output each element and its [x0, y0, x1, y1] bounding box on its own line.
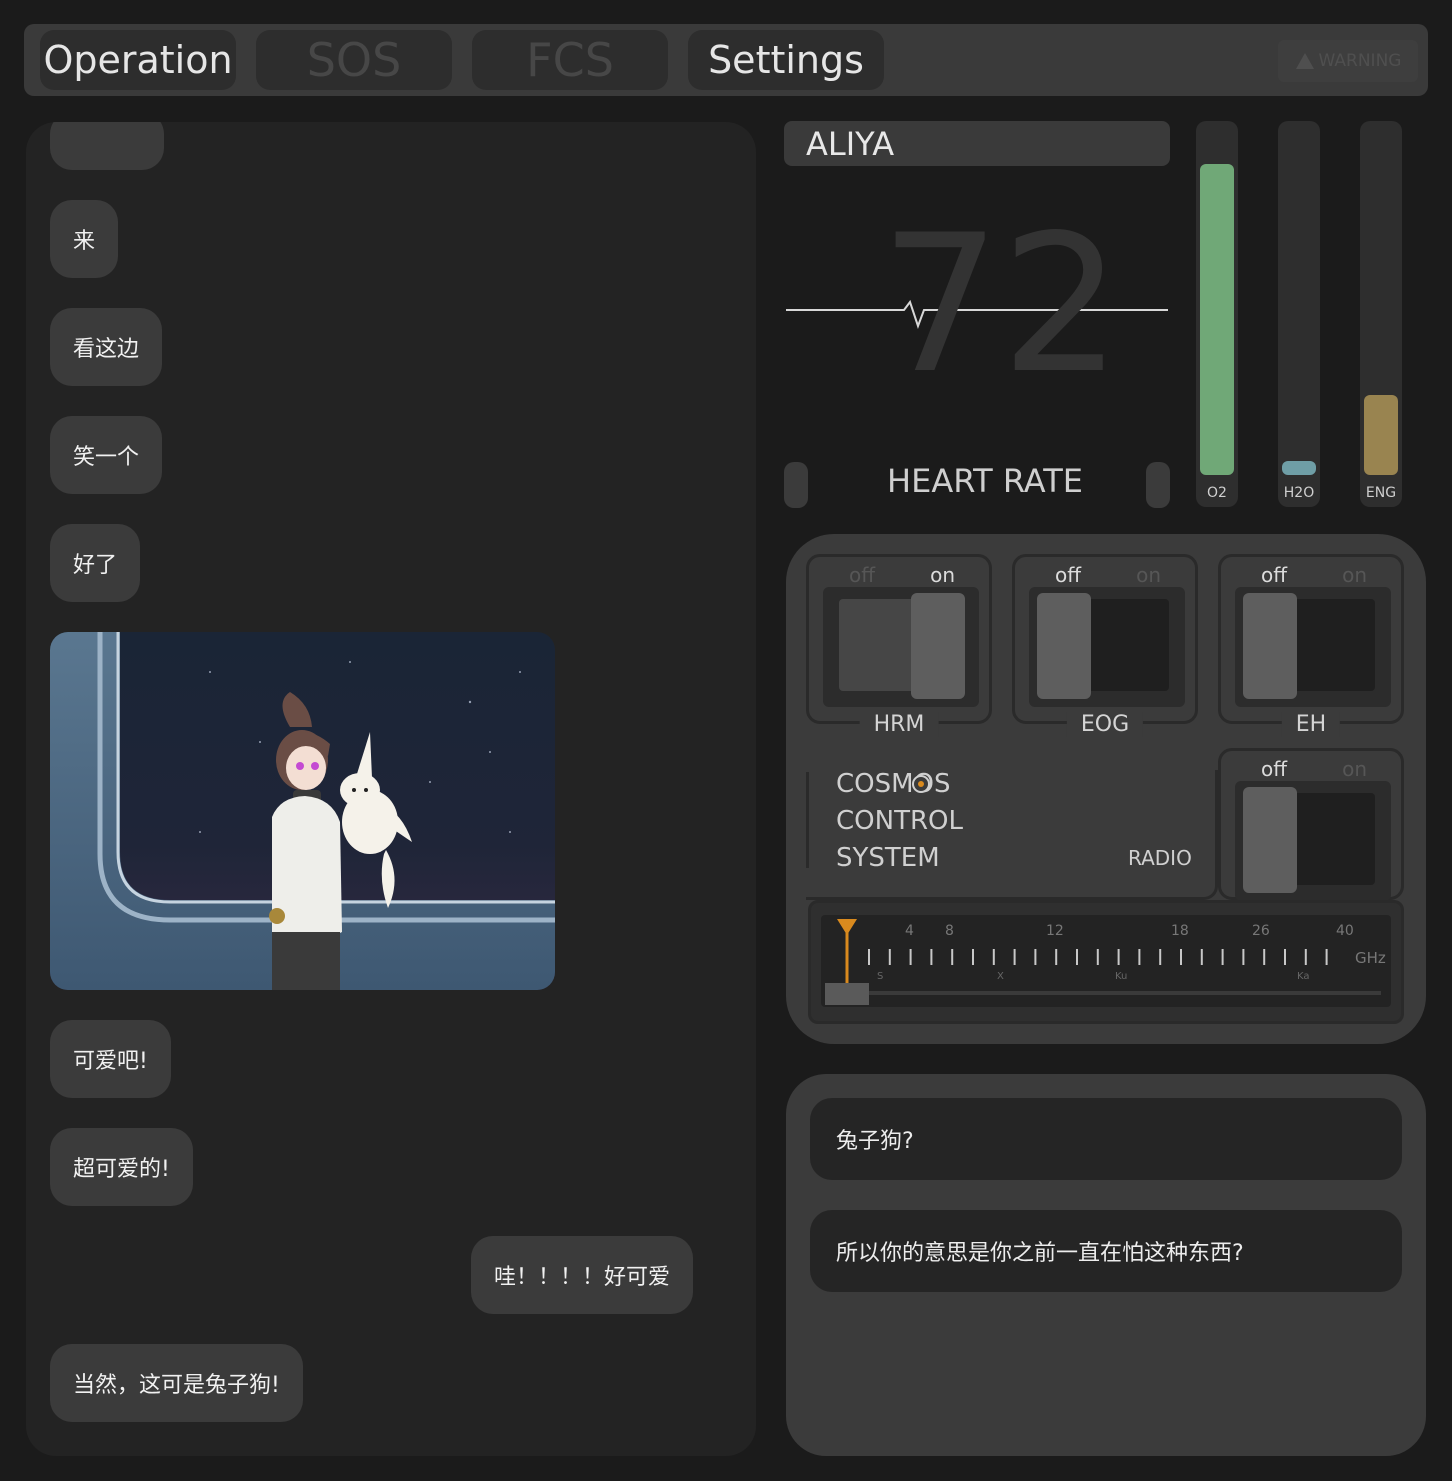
eog-switch[interactable]: off on EOG: [1012, 554, 1198, 737]
eog-switch-name: EOG: [1066, 712, 1144, 737]
radio-switch-on-label: on: [1342, 757, 1367, 781]
o2-gauge: O2: [1196, 121, 1238, 507]
tab-sos[interactable]: SOS: [256, 30, 452, 90]
hrm-switch-off-label: off: [849, 563, 876, 587]
warning-label: WARNING: [1318, 51, 1402, 71]
h2o-gauge-fill: [1282, 461, 1316, 475]
eog-switch-well: [1029, 587, 1185, 707]
radio-label: RADIO: [1128, 846, 1192, 870]
radio-switch-lever[interactable]: [1243, 787, 1297, 893]
tab-settings[interactable]: Settings: [688, 30, 884, 90]
heart-rate-knob-left[interactable]: [784, 462, 808, 508]
radio-switch[interactable]: off on: [1218, 748, 1404, 901]
cosmos-logo-ring-icon: [912, 775, 930, 793]
h2o-gauge-label: H2O: [1283, 485, 1315, 501]
radio-switch-well: [1235, 781, 1391, 901]
system-frame-line: [806, 772, 809, 868]
eog-switch-off-label: off: [1055, 563, 1082, 587]
hrm-switch-lever[interactable]: [911, 593, 965, 699]
tuner-band-label: X: [997, 971, 1004, 982]
tuner-tick-label: 40: [1336, 923, 1354, 939]
tuner-tick-label: 4: [905, 923, 914, 939]
tuner-band-label: Ku: [1115, 971, 1128, 982]
chat-bubble: 超可爱的!: [50, 1128, 193, 1206]
reply-options-panel: 兔子狗? 所以你的意思是你之前一直在怕这种东西?: [786, 1074, 1426, 1456]
tuner-needle-head-icon[interactable]: [837, 919, 857, 935]
warning-badge: WARNING: [1278, 40, 1418, 82]
tuner-tick-label: 26: [1252, 923, 1270, 939]
eng-gauge: ENG: [1360, 121, 1402, 507]
o2-gauge-fill: [1200, 164, 1234, 475]
hrm-switch[interactable]: off on HRM: [806, 554, 992, 737]
tuner-slider-thumb[interactable]: [825, 983, 869, 1005]
eog-switch-lever[interactable]: [1037, 593, 1091, 699]
hrm-switch-name: HRM: [859, 712, 939, 737]
crew-name-bar: ALIYA: [784, 121, 1170, 166]
tuner-scale: [825, 919, 1381, 995]
system-title-line: COSMOS: [836, 769, 951, 799]
radio-switch-off-label: off: [1261, 757, 1288, 781]
eh-switch[interactable]: off on EH: [1218, 554, 1404, 737]
chat-bubble-self: 哇！！！！好可爱: [471, 1236, 694, 1314]
eh-switch-name: EH: [1281, 712, 1341, 737]
chat-bubble: 看这边: [50, 308, 163, 386]
tab-fcs[interactable]: FCS: [472, 30, 668, 90]
tuner-tick-label: 18: [1171, 923, 1189, 939]
eng-gauge-label: ENG: [1365, 485, 1397, 501]
chat-panel[interactable]: 来 看这边 笑一个 好了 可爱吧! 超可爱的! 哇！！！！好可爱 当然，这可是兔…: [26, 122, 756, 1456]
eng-gauge-fill: [1364, 395, 1398, 475]
tuner-tick-label: 8: [945, 923, 954, 939]
cosmos-logo-dot-icon: [918, 781, 924, 787]
eog-switch-on-label: on: [1136, 563, 1161, 587]
tuner-unit-label: GHz: [1355, 949, 1386, 967]
system-title-line: CONTROL: [836, 806, 963, 836]
o2-gauge-label: O2: [1207, 485, 1227, 501]
chat-bubble: 来: [50, 200, 119, 278]
chat-bubble: 可爱吧!: [50, 1020, 171, 1098]
chat-bubble: 笑一个: [50, 416, 163, 494]
chat-bubble: 好了: [50, 524, 141, 602]
h2o-gauge: H2O: [1278, 121, 1320, 507]
heart-rate-knob-right[interactable]: [1146, 462, 1170, 508]
chat-image-astronaut-with-rabbit-dog[interactable]: [50, 632, 555, 990]
eh-switch-lever[interactable]: [1243, 593, 1297, 699]
tab-operation[interactable]: Operation: [40, 30, 236, 90]
warning-triangle-icon: [1295, 53, 1314, 69]
reply-option[interactable]: 所以你的意思是你之前一直在怕这种东西?: [810, 1210, 1402, 1292]
eh-switch-off-label: off: [1261, 563, 1288, 587]
radio-frequency-tuner[interactable]: 4 8 12 18 26 40 GHz S X Ku Ka: [808, 900, 1404, 1024]
hrm-switch-well: [823, 587, 979, 707]
crew-name: ALIYA: [806, 124, 895, 163]
cosmos-control-system-title: COSMOS CONTROL SYSTEM: [836, 766, 1036, 877]
system-title-line: SYSTEM: [836, 843, 940, 873]
tuner-band-label: Ka: [1297, 971, 1310, 982]
tuner-tick-label: 12: [1046, 923, 1064, 939]
heart-rate-value: 72: [880, 194, 1122, 415]
tuner-band-label: S: [877, 971, 884, 982]
eh-switch-on-label: on: [1342, 563, 1367, 587]
chat-bubble-partial: [50, 122, 164, 170]
hrm-switch-on-label: on: [930, 563, 955, 587]
heart-rate-label: HEART RATE: [887, 462, 1083, 500]
chat-bubble: 当然，这可是兔子狗!: [50, 1344, 303, 1422]
eh-switch-well: [1235, 587, 1391, 707]
reply-option[interactable]: 兔子狗?: [810, 1098, 1402, 1180]
